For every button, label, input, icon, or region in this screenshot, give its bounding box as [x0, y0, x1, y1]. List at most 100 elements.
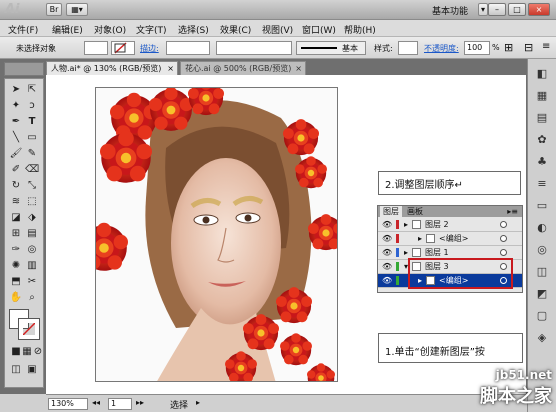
target-circle-icon[interactable] [500, 221, 507, 228]
none-mode-icon[interactable]: ⊘ [31, 345, 45, 358]
tab-flower-document[interactable]: 花心.ai @ 500% (RGB/预览) × [180, 61, 306, 75]
visibility-eye-icon[interactable]: 👁 [382, 274, 392, 287]
paintbrush-tool-icon[interactable]: 🖌 [9, 147, 23, 160]
control-menu-icon[interactable]: ≡ [542, 41, 550, 52]
gradient-tool-icon[interactable]: ▤ [25, 227, 39, 240]
slice-tool-icon[interactable]: ✂ [25, 275, 39, 288]
artboard-tool-icon[interactable]: ⬒ [9, 275, 23, 288]
stroke-swatch[interactable] [18, 318, 40, 340]
layer-row[interactable]: 👁 ▸ 图层 2 [378, 218, 522, 232]
layers-stack-icon[interactable]: ◈ [535, 331, 549, 345]
eyedropper-tool-icon[interactable]: ✑ [9, 243, 23, 256]
magic-wand-tool-icon[interactable]: ✦ [9, 99, 23, 112]
menu-view[interactable]: 视图(V) [262, 23, 293, 36]
opacity-label[interactable]: 不透明度: [424, 43, 459, 54]
type-tool-icon[interactable]: T [25, 115, 39, 128]
menu-help[interactable]: 帮助(H) [344, 23, 376, 36]
free-transform-tool-icon[interactable]: ⬚ [25, 195, 39, 208]
blob-brush-tool-icon[interactable]: ✐ [9, 163, 23, 176]
layer-row[interactable]: 👁 ▸ <编组> [378, 232, 522, 246]
shape-builder-tool-icon[interactable]: ◪ [9, 211, 23, 224]
visibility-eye-icon[interactable]: 👁 [382, 260, 392, 273]
close-tab-icon[interactable]: × [167, 62, 174, 75]
tab-artboards[interactable]: 画板 [404, 206, 426, 217]
visibility-eye-icon[interactable]: 👁 [382, 246, 392, 259]
menu-edit[interactable]: 编辑(E) [52, 23, 83, 36]
stroke-weight-field[interactable] [166, 41, 210, 55]
brushes-panel-icon[interactable]: ✿ [535, 133, 549, 147]
minimize-button[interactable]: – [488, 3, 506, 16]
next-artboard-icon[interactable]: ▸▸ [136, 398, 144, 407]
menu-file[interactable]: 文件(F) [8, 23, 38, 36]
menu-effect[interactable]: 效果(C) [220, 23, 251, 36]
eraser-tool-icon[interactable]: ⌫ [25, 163, 39, 176]
portrait-artwork [96, 88, 337, 381]
menu-window[interactable]: 窗口(W) [302, 23, 336, 36]
color-panel-icon[interactable]: ◧ [535, 67, 549, 81]
color-guide-icon[interactable]: ▦ [535, 89, 549, 103]
align-icon[interactable]: ⊞ [504, 41, 513, 54]
draw-mode-icon[interactable]: ◫ [9, 363, 23, 376]
tab-portrait-document[interactable]: 人物.ai* @ 130% (RGB/预览) × [46, 61, 178, 75]
layer-color-bar [396, 276, 399, 285]
artboards-panel-icon[interactable]: ▢ [535, 309, 549, 323]
scale-tool-icon[interactable]: ⤡ [25, 179, 39, 192]
stroke-label[interactable]: 描边: [140, 43, 159, 54]
arrange-documents-button[interactable]: ▦▾ [66, 3, 88, 16]
transparency-panel-icon[interactable]: ◐ [535, 221, 549, 235]
rotate-tool-icon[interactable]: ↻ [9, 179, 23, 192]
lasso-tool-icon[interactable]: ↄ [25, 99, 39, 112]
blend-tool-icon[interactable]: ◎ [25, 243, 39, 256]
artboard-number-field[interactable]: 1 [108, 398, 132, 410]
graphic-style-swatch[interactable] [398, 41, 418, 55]
target-circle-icon[interactable] [500, 235, 507, 242]
workspace-dropdown-icon[interactable]: ▾ [478, 3, 488, 16]
swatches-panel-icon[interactable]: ▤ [535, 111, 549, 125]
stroke-panel-icon[interactable]: ≡ [535, 177, 549, 191]
pen-tool-icon[interactable]: ✒ [9, 115, 23, 128]
transform-icon[interactable]: ⊟ [524, 41, 533, 54]
status-mode[interactable]: 选择 [170, 398, 188, 411]
tools-panel-header[interactable] [4, 62, 44, 76]
graph-tool-icon[interactable]: ▥ [25, 259, 39, 272]
screen-mode-icon[interactable]: ▣ [25, 363, 39, 376]
hand-tool-icon[interactable]: ✋ [9, 291, 23, 304]
tab-layers[interactable]: 图层 [380, 206, 402, 217]
zoom-field[interactable]: 130% [48, 398, 88, 410]
opacity-field[interactable]: 100 [464, 41, 490, 55]
appearance-panel-icon[interactable]: ◎ [535, 243, 549, 257]
stroke-color-swatch[interactable] [111, 41, 135, 55]
direct-selection-tool-icon[interactable]: ⇱ [25, 83, 39, 96]
close-button[interactable]: × [528, 3, 550, 16]
gradient-panel-icon[interactable]: ▭ [535, 199, 549, 213]
visibility-eye-icon[interactable]: 👁 [382, 218, 392, 231]
mesh-tool-icon[interactable]: ⊞ [9, 227, 23, 240]
fill-color-swatch[interactable] [84, 41, 108, 55]
panel-menu-icon[interactable]: ▸≡ [507, 206, 518, 217]
target-circle-icon[interactable] [500, 249, 507, 256]
status-menu-icon[interactable]: ▸ [196, 398, 200, 407]
variable-width-profile[interactable] [216, 41, 292, 55]
rectangle-tool-icon[interactable]: ▭ [25, 131, 39, 144]
layers-panel-icon[interactable]: ◩ [535, 287, 549, 301]
warp-tool-icon[interactable]: ≋ [9, 195, 23, 208]
graphic-styles-icon[interactable]: ◫ [535, 265, 549, 279]
perspective-grid-tool-icon[interactable]: ⬗ [25, 211, 39, 224]
selection-tool-icon[interactable]: ➤ [9, 83, 23, 96]
symbols-panel-icon[interactable]: ♣ [535, 155, 549, 169]
menu-type[interactable]: 文字(T) [136, 23, 167, 36]
expand-triangle-icon[interactable]: ▸ [418, 232, 426, 245]
close-tab-icon[interactable]: × [295, 62, 302, 75]
menu-select[interactable]: 选择(S) [178, 23, 209, 36]
zoom-tool-icon[interactable]: ⌕ [25, 291, 39, 304]
bridge-button[interactable]: Br [46, 3, 62, 16]
visibility-eye-icon[interactable]: 👁 [382, 232, 392, 245]
prev-artboard-icon[interactable]: ◂◂ [92, 398, 100, 407]
workspace-switcher[interactable]: 基本功能 [432, 4, 468, 17]
expand-triangle-icon[interactable]: ▸ [404, 218, 412, 231]
symbol-sprayer-tool-icon[interactable]: ✺ [9, 259, 23, 272]
pencil-tool-icon[interactable]: ✎ [25, 147, 39, 160]
menu-object[interactable]: 对象(O) [94, 23, 126, 36]
maximize-button[interactable]: □ [508, 3, 526, 16]
line-tool-icon[interactable]: ╲ [9, 131, 23, 144]
